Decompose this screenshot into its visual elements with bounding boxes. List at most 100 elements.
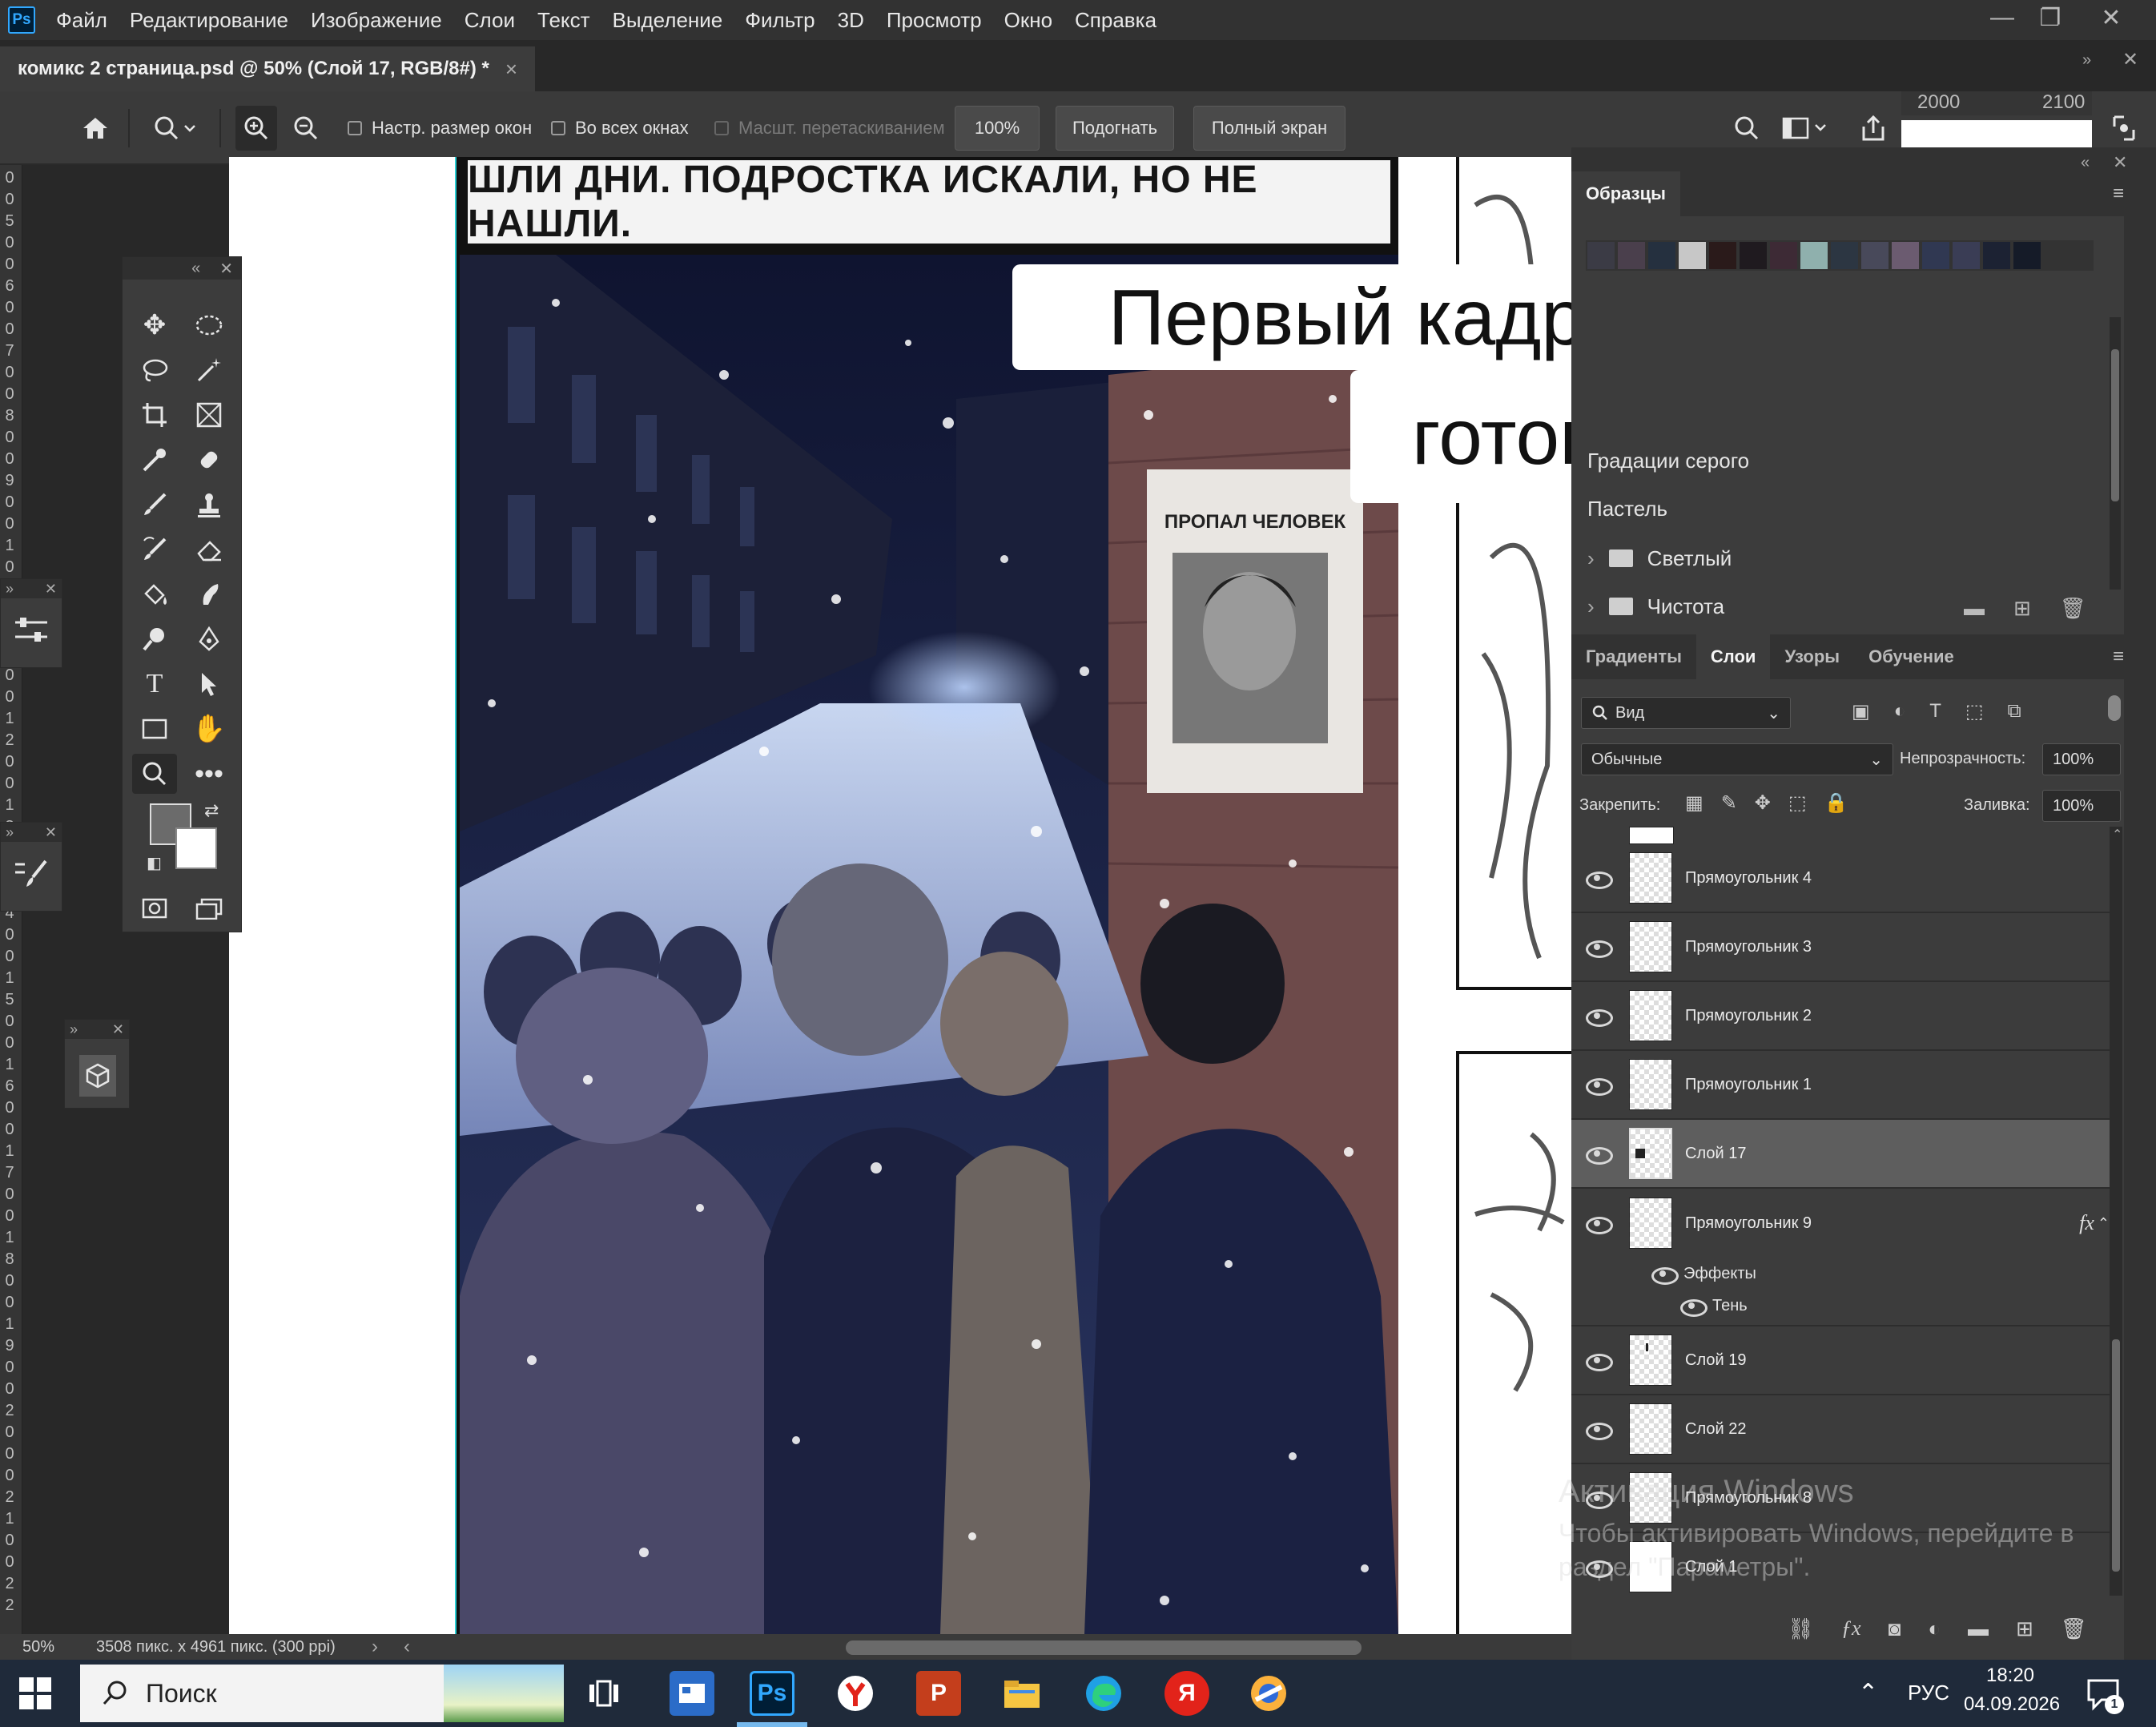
color-swatch[interactable] (1861, 242, 1889, 269)
clock-date[interactable]: 04.09.2026 (1964, 1693, 2060, 1716)
fit-screen-button[interactable]: Подогнать (1056, 106, 1174, 151)
minimize-button[interactable]: — (1978, 0, 2026, 35)
color-swatch[interactable] (1648, 242, 1675, 269)
color-swatch[interactable] (1953, 242, 1980, 269)
layers-menu-icon[interactable]: ≡ (2113, 646, 2124, 668)
lock-all-icon[interactable]: 🔒 (1824, 791, 1848, 815)
share-icon[interactable] (1853, 106, 1893, 151)
color-swatch[interactable] (1892, 242, 1919, 269)
all-windows-checkbox[interactable]: Во всех окнах (551, 106, 689, 151)
collapse-effects-icon[interactable]: ⌃ (2098, 1215, 2110, 1232)
edge-browser-icon[interactable] (1081, 1671, 1126, 1716)
rectangle-tool-icon[interactable] (132, 709, 177, 749)
document-tab[interactable]: комикс 2 страница.psd @ 50% (Слой 17, RG… (0, 46, 536, 91)
filter-type-icon[interactable]: T (1929, 700, 1941, 723)
color-swatch[interactable] (2013, 242, 2041, 269)
mini-expand-icon[interactable]: » (70, 1021, 78, 1038)
add-mask-icon[interactable]: ◙ (1889, 1616, 1901, 1641)
mini-close-icon[interactable]: ✕ (45, 581, 57, 598)
color-swatch[interactable] (1587, 242, 1615, 269)
color-swatch[interactable] (1679, 242, 1706, 269)
swatch-folder[interactable]: Градации серого (1587, 437, 1749, 484)
new-swatch-icon[interactable]: ⊞ (2013, 596, 2031, 621)
document-tab-close-icon[interactable]: × (505, 57, 517, 82)
menu-edit[interactable]: Редактирование (130, 8, 288, 33)
layer-row[interactable]: Прямоугольник 9 fx ⌃ (1571, 1189, 2110, 1258)
scrubby-zoom-checkbox[interactable]: Масшт. перетаскиванием (714, 106, 945, 151)
tab-patterns[interactable]: Узоры (1770, 634, 1854, 679)
pen-tool-icon[interactable] (187, 619, 231, 659)
color-swatch[interactable] (1800, 242, 1828, 269)
path-selection-icon[interactable] (187, 664, 231, 704)
color-swatch[interactable] (1740, 242, 1767, 269)
visibility-eye-icon[interactable] (1586, 870, 1613, 889)
stamp-tool-icon[interactable] (187, 485, 231, 525)
adjustments-icon[interactable] (14, 614, 49, 650)
adjustment-layer-icon[interactable]: ◐ (1928, 1616, 1941, 1641)
filter-pixel-icon[interactable]: ▣ (1852, 700, 1870, 723)
color-swatch[interactable] (1770, 242, 1797, 269)
frame-tool-icon[interactable] (187, 395, 231, 435)
delete-layer-icon[interactable]: 🗑 (2061, 1616, 2087, 1641)
layer-row[interactable]: Прямоугольник 2 (1571, 982, 2110, 1051)
blend-mode-select[interactable]: Обычные ⌄ (1581, 743, 1893, 775)
screen-mode-icon[interactable] (187, 888, 231, 928)
fx-icon[interactable]: fx (2079, 1211, 2094, 1235)
brush-tool-icon[interactable] (132, 485, 177, 525)
layer-row[interactable]: Прямоугольник 4 (1571, 844, 2110, 913)
visibility-eye-icon[interactable] (1586, 1352, 1613, 1371)
menu-help[interactable]: Справка (1075, 8, 1156, 33)
swatches-scrollbar[interactable] (2110, 317, 2121, 590)
zoom-out-icon[interactable] (285, 106, 327, 151)
lock-image-icon[interactable]: ✎ (1721, 791, 1737, 815)
lock-transparent-icon[interactable]: ▦ (1685, 791, 1703, 815)
task-view-icon[interactable] (581, 1671, 626, 1716)
news-app-icon[interactable] (670, 1671, 714, 1716)
swatch-folder-svetly[interactable]: › Светлый (1587, 535, 1732, 582)
zoom-tool-icon[interactable] (132, 754, 177, 794)
zoom-in-icon[interactable] (235, 106, 277, 151)
visibility-eye-icon[interactable] (1680, 1298, 1708, 1317)
hand-tool-icon[interactable]: ✋ (187, 709, 231, 749)
visibility-eye-icon[interactable] (1651, 1266, 1679, 1285)
dock-close-icon[interactable]: ✕ (2113, 152, 2127, 173)
mini-expand-icon[interactable]: » (6, 581, 14, 598)
menu-select[interactable]: Выделение (612, 8, 722, 33)
swatches-menu-icon[interactable]: ≡ (2113, 183, 2124, 205)
yandex-icon[interactable]: Я (1164, 1671, 1209, 1716)
link-layers-icon[interactable]: ⛓ (1788, 1616, 1814, 1641)
mini-close-icon[interactable]: ✕ (112, 1021, 124, 1038)
layer-row[interactable]: Прямоугольник 3 (1571, 913, 2110, 982)
menu-3d[interactable]: 3D (838, 8, 864, 33)
filter-adjustment-icon[interactable]: ◐ (1894, 700, 1906, 723)
yandex-browser-icon[interactable] (833, 1671, 878, 1716)
tab-gradients[interactable]: Градиенты (1571, 634, 1696, 679)
powerpoint-icon[interactable]: P (916, 1671, 961, 1716)
delete-swatch-icon[interactable]: 🗑 (2060, 596, 2086, 621)
collapse-panels-icon[interactable]: » (2082, 51, 2091, 70)
menu-filter[interactable]: Фильтр (745, 8, 815, 33)
quick-mask-icon[interactable] (132, 888, 177, 928)
horizontal-scrollbar-thumb[interactable] (846, 1640, 1362, 1655)
swatch-folder[interactable]: Пастель (1587, 485, 1667, 532)
tab-swatches[interactable]: Образцы (1571, 171, 1680, 216)
layer-row-selected[interactable]: Слой 17 (1571, 1120, 2110, 1189)
filter-shape-icon[interactable]: ⬚ (1965, 700, 1984, 723)
show-hidden-icons[interactable]: ⌃ (1858, 1679, 1878, 1707)
dodge-tool-icon[interactable] (132, 619, 177, 659)
magic-wand-icon[interactable] (187, 350, 231, 390)
fill-field[interactable]: 100% (2042, 790, 2121, 822)
marquee-tool-icon[interactable] (187, 305, 231, 345)
layer-row[interactable]: Слой 19 (1571, 1326, 2110, 1395)
visibility-eye-icon[interactable] (1586, 1215, 1613, 1234)
close-window-button[interactable]: ✕ (2087, 0, 2135, 35)
layer-row[interactable]: Слой 22 (1571, 1395, 2110, 1464)
lasso-tool-icon[interactable] (132, 350, 177, 390)
more-tools-icon[interactable]: ••• (187, 754, 231, 794)
paint-bucket-icon[interactable] (132, 574, 177, 614)
effects-row[interactable]: Эффекты (1651, 1259, 1756, 1288)
layer-filter-kind[interactable]: Вид ⌄ (1581, 697, 1791, 729)
visibility-eye-icon[interactable] (1586, 1145, 1613, 1165)
eraser-icon[interactable] (187, 529, 231, 570)
menu-window[interactable]: Окно (1004, 8, 1052, 33)
